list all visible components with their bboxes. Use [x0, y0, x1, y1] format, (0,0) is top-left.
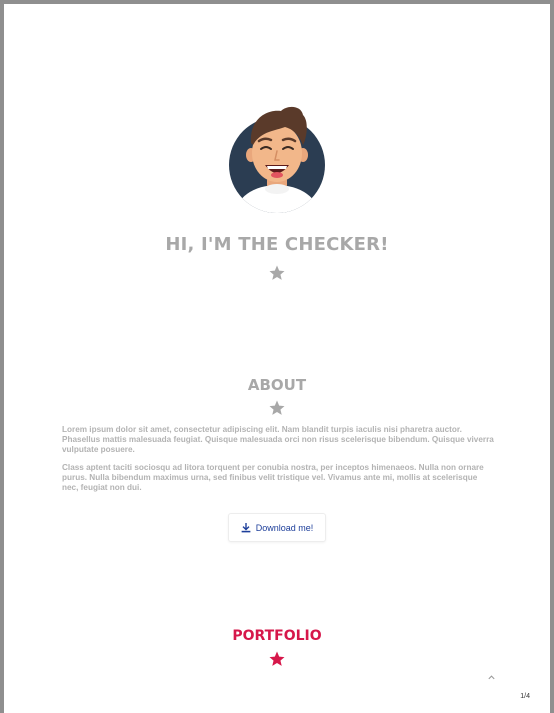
star-icon	[268, 399, 286, 417]
avatar-illustration	[229, 106, 325, 213]
about-paragraph: Class aptent taciti sociosqu ad litora t…	[62, 463, 484, 492]
download-icon	[241, 522, 251, 533]
download-button-label: Download me!	[255, 522, 314, 533]
section-title-about: ABOUT	[247, 376, 307, 394]
avatar	[229, 105, 325, 213]
scroll-to-top-button[interactable]	[484, 670, 498, 684]
section-title-portfolio: PORTFOLIO	[232, 628, 322, 644]
document-page: HI, I'M THE CHECKER! ABOUT Lorem ipsum d…	[4, 4, 550, 713]
star-icon	[268, 264, 286, 282]
star-icon	[268, 650, 286, 668]
about-paragraph: Lorem ipsum dolor sit amet, consectetur …	[62, 425, 494, 454]
chevron-up-icon	[487, 674, 495, 679]
download-button[interactable]: Download me!	[228, 513, 326, 542]
hero-title: HI, I'M THE CHECKER!	[165, 234, 389, 255]
page-indicator: 1/4	[520, 693, 530, 700]
